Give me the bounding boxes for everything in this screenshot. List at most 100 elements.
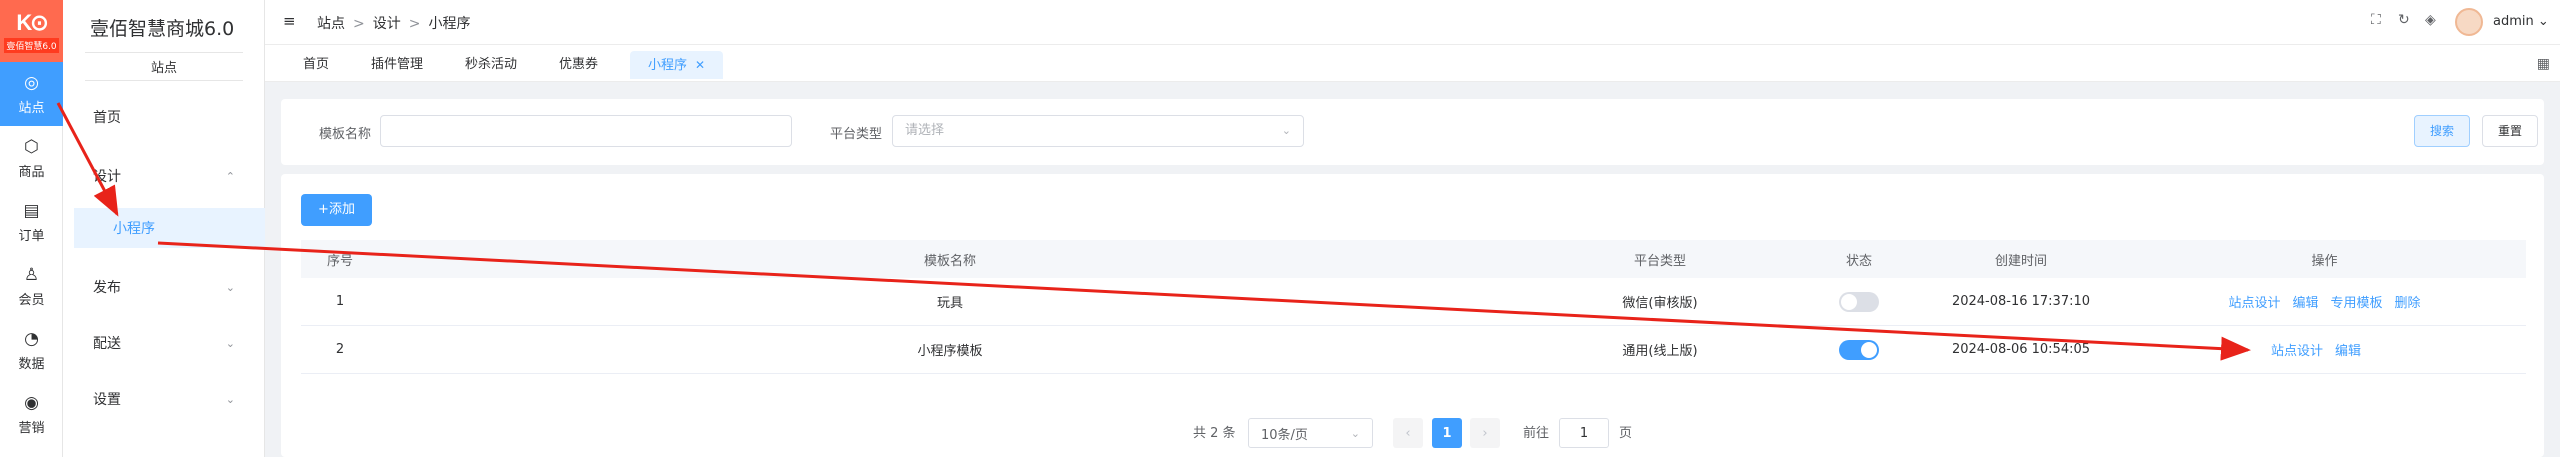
row-index: 1 [335,294,345,309]
tab-label: 首页 [303,57,330,72]
status-toggle[interactable] [1839,291,1879,312]
platform-type-select[interactable]: 请选择 ⌄ [892,115,1304,147]
submenu-item-publish[interactable]: 发布 ⌄ [63,267,265,307]
edit-link[interactable]: 编辑 [2335,340,2361,359]
rail-item-label: 商品 [18,164,45,180]
goto-label: 前往 [1523,425,1550,441]
chevron-down-icon: ⌄ [225,280,235,294]
sub-menu: 壹佰智慧商城6.0 站点 首页 设计 ⌃ 小程序 发布 ⌄ 配送 ⌄ 设置 ⌄ [63,0,265,457]
page-size-value: 10条/页 [1261,427,1308,443]
page-number-current[interactable]: 1 [1432,418,1462,448]
submenu-item-design[interactable]: 设计 ⌃ [63,156,265,196]
tab-flash-sale[interactable]: 秒杀活动 [447,51,535,79]
chevron-down-icon: ⌄ [1350,426,1360,440]
prev-page-button[interactable]: ‹ [1393,418,1423,448]
rail-item-members[interactable]: ♙ 会员 [0,254,63,318]
column-header: 状态 [1845,253,1872,269]
page-size-select[interactable]: 10条/页 ⌄ [1248,418,1373,448]
icon-rail: K⊙ 壹佰智慧6.0 ◎ 站点 ⬡ 商品 ▤ 订单 ♙ 会员 ◔ 数据 ◉ 营销 [0,0,63,457]
pagination-total: 共 2 条 [1193,425,1236,441]
submenu-item-settings[interactable]: 设置 ⌄ [63,379,265,419]
submenu-item-label: 小程序 [113,221,155,237]
chevron-up-icon: ⌃ [225,169,235,183]
edit-link[interactable]: 编辑 [2292,292,2318,311]
goto-page-input[interactable]: 1 [1559,418,1609,448]
reset-button[interactable]: 重置 [2482,115,2538,147]
platform-type-label: 平台类型 [830,127,883,142]
logo-mark-icon: K⊙ [16,9,48,35]
row-template-name: 玩具 [936,296,963,311]
refresh-icon[interactable]: ↻ [2398,12,2410,28]
column-header: 操作 [2311,253,2338,269]
breadcrumb-item: 小程序 [428,16,471,32]
site-design-link[interactable]: 站点设计 [2228,292,2280,311]
template-name-input[interactable] [380,115,792,147]
app-logo[interactable]: K⊙ 壹佰智慧6.0 [0,0,63,62]
cube-icon: ⬡ [24,136,39,157]
site-design-link[interactable]: 站点设计 [2271,340,2323,359]
row-actions: 站点设计 编辑 专用模板 删除 [2123,278,2526,325]
avatar[interactable] [2455,8,2483,36]
tab-coupons[interactable]: 优惠券 [541,51,616,79]
select-placeholder: 请选择 [905,123,945,138]
row-status [1799,278,1919,325]
breadcrumb-separator: > [353,16,365,32]
submenu-section-title: 站点 [85,52,243,81]
tab-plugins[interactable]: 插件管理 [353,51,441,79]
tab-miniprogram[interactable]: 小程序 ✕ [630,51,724,79]
close-icon[interactable]: ✕ [695,58,705,72]
next-page-button[interactable]: › [1470,418,1500,448]
tab-label: 插件管理 [371,57,424,72]
submenu-item-home[interactable]: 首页 [63,97,265,137]
rail-item-goods[interactable]: ⬡ 商品 [0,126,63,190]
breadcrumb: 站点 > 设计 > 小程序 [317,13,470,33]
search-button[interactable]: 搜索 [2414,115,2470,147]
tab-label: 小程序 [648,58,688,73]
grid-icon[interactable]: ▦ [2537,56,2550,72]
chevron-down-icon: ⌄ [1281,124,1291,137]
add-button[interactable]: +添加 [301,194,372,226]
tab-label: 秒杀活动 [465,57,518,72]
chevron-down-icon: ⌄ [225,392,235,406]
brand-title: 壹佰智慧商城6.0 [90,18,235,40]
rail-item-data[interactable]: ◔ 数据 [0,318,63,382]
submenu-item-label: 设计 [93,169,121,185]
fullscreen-icon[interactable]: ⛶ [2371,12,2381,28]
submenu-item-label: 首页 [93,110,121,126]
rail-item-label: 站点 [18,100,45,116]
breadcrumb-separator: > [408,16,421,32]
submenu-item-miniprogram[interactable]: 小程序 [74,208,265,248]
chevron-left-icon: ‹ [1405,425,1411,441]
row-created-time: 2024-08-16 17:37:10 [1951,294,2091,309]
rail-item-label: 订单 [18,228,45,244]
table-row: 2 小程序模板 通用(线上版) 2024-08-06 10:54:05 站点设计… [301,326,2526,374]
logo-subtitle: 壹佰智慧6.0 [4,37,59,53]
tab-home[interactable]: 首页 [285,51,347,79]
page-suffix: 页 [1619,425,1633,441]
row-template-name: 小程序模板 [917,344,983,359]
menu-toggle-icon[interactable]: ≡ [283,12,296,30]
column-header: 序号 [326,253,353,269]
clipboard-icon: ▤ [23,200,40,221]
rail-item-orders[interactable]: ▤ 订单 [0,190,63,254]
pie-icon: ◔ [24,328,39,349]
breadcrumb-item[interactable]: 站点 [317,16,345,32]
submenu-item-delivery[interactable]: 配送 ⌄ [63,323,265,363]
template-name-label: 模板名称 [319,127,372,142]
username: admin [2493,14,2534,29]
rail-item-label: 营销 [18,420,45,436]
user-menu[interactable]: admin ⌄ [2493,14,2549,29]
search-panel: 模板名称 平台类型 请选择 ⌄ 搜索 重置 [281,99,2544,165]
tabs-bar: 首页 插件管理 秒杀活动 优惠券 小程序 ✕ ▦ [265,44,2560,82]
rail-item-label: 数据 [18,356,45,372]
status-toggle[interactable] [1839,339,1879,360]
breadcrumb-item[interactable]: 设计 [373,16,401,32]
submenu-item-label: 发布 [93,280,121,296]
dedicated-template-link[interactable]: 专用模板 [2331,292,2383,311]
chevron-down-icon: ⌄ [2537,14,2549,29]
rail-item-marketing[interactable]: ◉ 营销 [0,382,63,446]
chevron-down-icon: ⌄ [225,336,235,350]
theme-icon[interactable]: ◈ [2425,12,2436,28]
delete-link[interactable]: 删除 [2395,292,2421,311]
rail-item-site[interactable]: ◎ 站点 [0,62,63,126]
